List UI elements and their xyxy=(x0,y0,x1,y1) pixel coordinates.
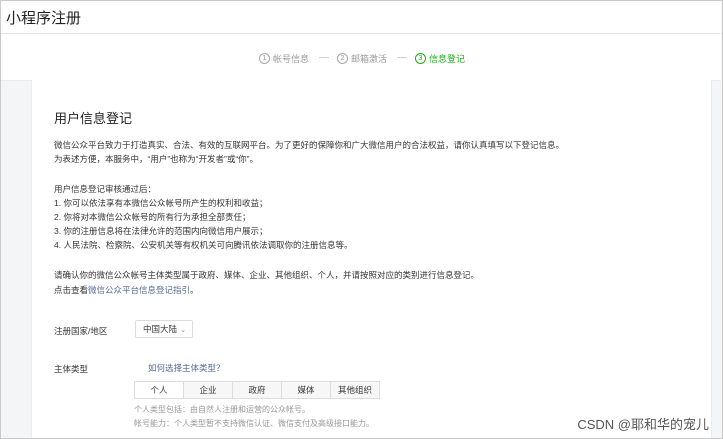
tab-enterprise[interactable]: 企业 xyxy=(184,382,233,398)
type-note-1: 个人类型包括：由自然人注册和运营的公众帐号。 xyxy=(134,405,310,414)
guide-line: 点击查看微信公众平台信息登记指引。 xyxy=(54,284,199,297)
type-note-2: 帐号能力：个人类型暂不支持微信认证、微信支付及高级接口能力。 xyxy=(134,419,374,428)
tab-government[interactable]: 政府 xyxy=(233,382,282,398)
step-account-info: 1 帐号信息 xyxy=(259,52,309,65)
guide-prefix: 点击查看 xyxy=(54,285,89,295)
watermark: CSDN @耶和华的宠儿 xyxy=(577,417,709,432)
chevron-down-icon: ⌄ xyxy=(180,327,186,334)
registration-steps: 1 帐号信息 2 邮箱激活 3 信息登记 xyxy=(1,34,721,81)
step-number: 1 xyxy=(259,53,270,64)
confirm-text: 请确认你的微信公众帐号主体类型属于政府、媒体、企业、其他组织、个人，并请按照对应… xyxy=(54,270,480,280)
after-approval-title: 用户信息登记审核通过后： xyxy=(54,184,157,194)
step-label: 信息登记 xyxy=(429,54,466,64)
intro-text-2: 为表述方便，本服务中，“用户”也称为“开发者”或“你”。 xyxy=(54,154,258,164)
guide-suffix: 。 xyxy=(190,285,199,295)
entity-type-tabs: 个人 企业 政府 媒体 其他组织 xyxy=(134,381,380,399)
list-item: 3. 你的注册信息将在法律允许的范围内向微信用户展示； xyxy=(54,226,268,236)
step-divider xyxy=(397,57,407,58)
entity-type-label: 主体类型 xyxy=(54,364,89,374)
region-select[interactable]: 中国大陆 ⌄ xyxy=(135,320,193,338)
region-value: 中国大陆 xyxy=(143,324,178,334)
step-info-registration: 3 信息登记 xyxy=(415,52,465,65)
entity-type-help-link[interactable]: 如何选择主体类型？ xyxy=(148,362,225,375)
guide-link[interactable]: 微信公众平台信息登记指引 xyxy=(88,285,190,295)
step-number: 2 xyxy=(337,53,348,64)
step-label: 邮箱激活 xyxy=(351,54,388,64)
tab-other-organization[interactable]: 其他组织 xyxy=(331,382,379,398)
main-panel: 用户信息登记 微信公众平台致力于打造真实、合法、有效的互联网平台。为了更好的保障… xyxy=(31,80,712,438)
page-title: 用户信息登记 xyxy=(54,111,133,126)
step-number: 3 xyxy=(415,53,426,64)
region-label: 注册国家/地区 xyxy=(54,326,108,336)
list-item: 4. 人民法院、检察院、公安机关等有权机关可向腾讯依法调取你的注册信息等。 xyxy=(54,240,353,250)
step-label: 帐号信息 xyxy=(273,54,310,64)
intro-text-1: 微信公众平台致力于打造真实、合法、有效的互联网平台。为了更好的保障你和广大微信用… xyxy=(54,140,565,150)
title-bar: 小程序注册 xyxy=(1,1,721,34)
window-title: 小程序注册 xyxy=(6,10,82,27)
step-email-activation: 2 邮箱激活 xyxy=(337,52,387,65)
list-item: 2. 你将对本微信公众帐号的所有行为承担全部责任； xyxy=(54,212,251,222)
list-item: 1. 你可以依法享有本微信公众帐号所产生的权利和收益； xyxy=(54,198,268,208)
tab-personal[interactable]: 个人 xyxy=(135,382,184,398)
tab-media[interactable]: 媒体 xyxy=(282,382,331,398)
step-divider xyxy=(319,57,329,58)
